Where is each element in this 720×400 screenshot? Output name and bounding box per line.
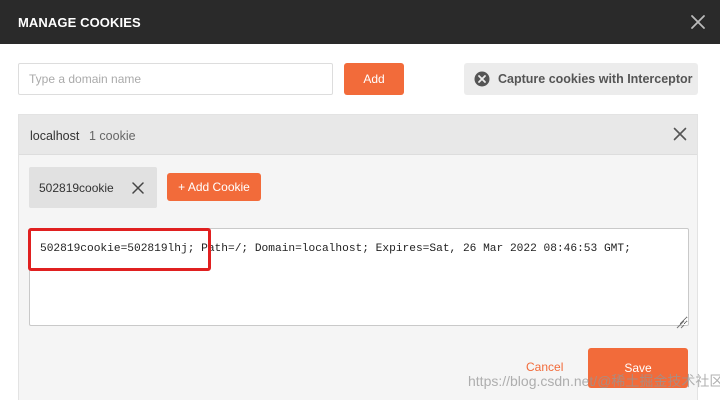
cookie-editor[interactable]: 502819cookie=502819lhj; Path=/; Domain=l… [29, 228, 689, 326]
save-button[interactable]: Save [588, 348, 688, 388]
dialog-title: MANAGE COOKIES [18, 15, 141, 30]
interceptor-icon [474, 71, 490, 87]
cookie-count: 1 cookie [89, 129, 136, 143]
close-icon[interactable] [688, 12, 708, 32]
dialog-titlebar: MANAGE COOKIES [0, 0, 720, 44]
close-icon[interactable] [673, 127, 687, 141]
cancel-button[interactable]: Cancel [526, 360, 563, 374]
domain-name: localhost [30, 129, 80, 143]
domain-panel-header: localhost 1 cookie [19, 115, 697, 155]
cookie-chip-label: 502819cookie [39, 181, 114, 195]
close-icon[interactable] [132, 181, 144, 194]
domain-input[interactable] [18, 63, 333, 95]
cookie-chip[interactable]: 502819cookie [29, 167, 157, 208]
add-domain-button[interactable]: Add [344, 63, 404, 95]
resize-handle-icon[interactable] [676, 316, 685, 329]
capture-cookies-button[interactable]: Capture cookies with Interceptor [464, 63, 698, 95]
capture-cookies-label: Capture cookies with Interceptor [498, 72, 693, 86]
add-cookie-button[interactable]: + Add Cookie [167, 173, 261, 201]
